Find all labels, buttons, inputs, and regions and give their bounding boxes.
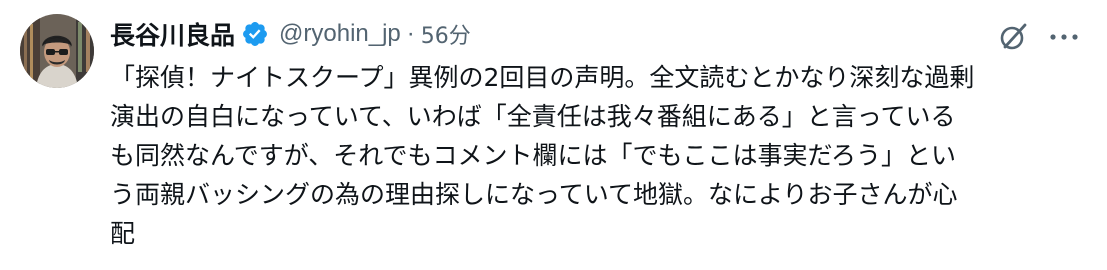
user-handle[interactable]: @ryohin_jp [279, 20, 401, 48]
tweet-text-line: も同然なんですが、それでもコメント欄には「でもここは事実だろう」とい [110, 141, 957, 170]
avatar-image [20, 14, 94, 88]
tweet-text-line: う両親バッシングの為の理由探しになっていて地獄。なによりお子さんが心 [110, 180, 958, 209]
tweet-text-line: 演出の自白になっていて、いわば「全責任は我々番組にある」と言っている [110, 102, 956, 131]
tweet[interactable]: 長谷川良品 @ryohin_jp · 56分 「探偵！ナイトスクープ」異例の2回… [0, 0, 1107, 270]
timestamp[interactable]: 56分 [421, 18, 471, 50]
verified-badge-icon [241, 20, 269, 48]
tweet-text-line: 「探偵！ナイトスクープ」異例の2回目の声明。全文読むとかなり深刻な過剰 [110, 63, 975, 92]
more-icon[interactable] [1048, 24, 1080, 50]
avatar[interactable] [20, 14, 94, 88]
separator-dot: · [406, 20, 415, 47]
tweet-text-line: 配 [110, 219, 136, 248]
grok-icon[interactable] [997, 20, 1031, 54]
display-name[interactable]: 長谷川良品 [110, 16, 235, 52]
tweet-header: 長谷川良品 @ryohin_jp · 56分 [110, 14, 471, 54]
tweet-text: 「探偵！ナイトスクープ」異例の2回目の声明。全文読むとかなり深刻な過剰 演出の自… [110, 58, 1070, 253]
